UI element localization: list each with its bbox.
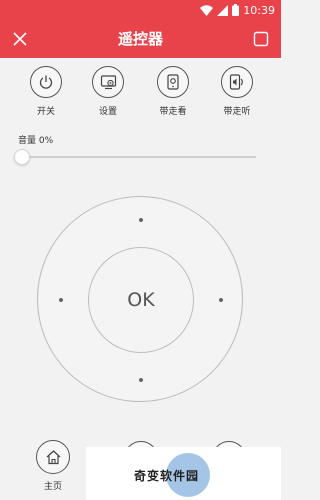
home-label: 主页 [43,482,62,492]
dpad-up-button[interactable] [139,218,143,222]
dpad-right-button[interactable] [219,298,223,302]
power-icon [39,75,53,89]
volume-label: 音量 0% [18,136,54,146]
settings-icon [100,75,116,90]
status-bar: 10:39 [0,0,281,20]
home-button-circle[interactable] [36,440,70,474]
power-button[interactable]: 开关 [26,66,66,117]
phone-watch-icon [167,74,179,90]
power-label: 开关 [36,107,55,117]
volume-slider[interactable] [14,149,256,165]
watermark-text: 奇变软件园 [134,469,200,483]
volume-slider-thumb[interactable] [14,149,30,165]
status-bar-right: 10:39 [200,2,275,18]
ok-button[interactable]: OK [88,247,194,353]
listen-on-phone-button[interactable]: 带走听 [217,66,257,117]
wifi-icon [200,4,214,16]
watch-on-phone-button-circle[interactable] [157,66,189,98]
settings-label: 设置 [98,107,117,117]
status-time: 10:39 [243,3,275,17]
dpad-left-button[interactable] [59,298,63,302]
dpad-down-button[interactable] [139,378,143,382]
fullscreen-icon [253,31,269,47]
phone-listen-icon [229,74,243,90]
power-button-circle[interactable] [30,66,62,98]
title-bar: 遥控器 [0,20,281,58]
watch-on-phone-button[interactable]: 带走看 [153,66,193,117]
watch-on-phone-label: 带走看 [159,107,187,117]
listen-on-phone-label: 带走听 [223,107,251,117]
home-icon [46,450,60,465]
volume-slider-track[interactable] [18,156,256,158]
fullscreen-button[interactable] [251,29,271,49]
signal-icon [217,4,229,16]
settings-button[interactable]: 设置 [88,66,128,117]
settings-button-circle[interactable] [92,66,124,98]
direction-pad: OK [37,196,243,402]
watermark: 奇变软件园 [86,447,281,500]
listen-on-phone-button-circle[interactable] [221,66,253,98]
home-button[interactable]: 主页 [33,440,73,492]
battery-icon [232,4,240,16]
page-title: 遥控器 [117,30,163,48]
